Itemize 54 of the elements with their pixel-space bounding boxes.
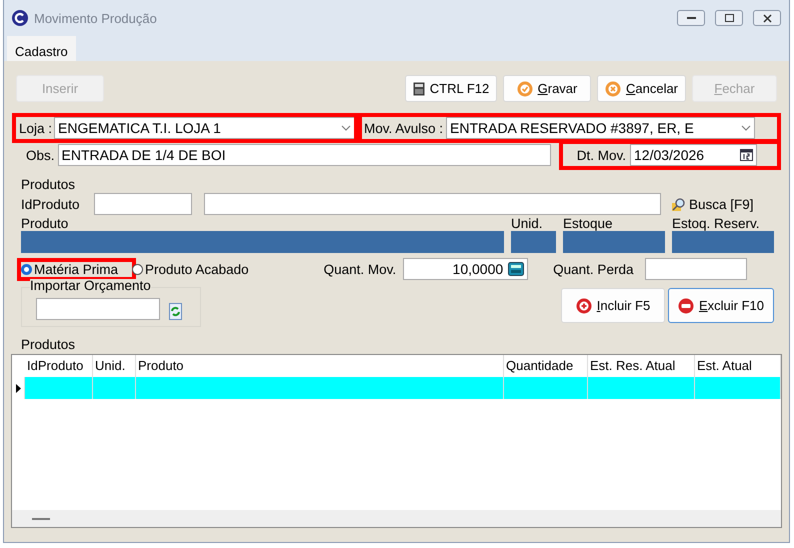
product-info-bar	[511, 231, 556, 253]
search-link[interactable]: Busca [F9]	[689, 196, 754, 212]
radio-option[interactable]: Matéria Prima	[21, 262, 118, 276]
quantity-field[interactable]: 10,0000	[403, 258, 528, 280]
field-label: Quant. Perda	[553, 262, 634, 276]
product-id-field[interactable]	[94, 193, 192, 215]
item-button[interactable]: Incluir F5	[561, 288, 665, 323]
loss-quantity-field[interactable]	[645, 258, 748, 280]
section-title: Produtos	[21, 337, 76, 352]
toolbar-button[interactable]: Gravar	[503, 75, 591, 102]
notes-field[interactable]: ENTRADA DE 1/4 DE BOI	[58, 144, 552, 166]
column-label: Estoque	[563, 216, 614, 231]
dropdown-caret-icon	[341, 125, 352, 131]
movement-dropdown[interactable]: ENTRADA RESERVADO #3897, ER, E	[446, 117, 755, 139]
close-button[interactable]	[753, 10, 781, 26]
field-label: IdProduto	[21, 196, 81, 212]
field-label: Mov. Avulso :	[364, 120, 443, 136]
date-field[interactable]: 12/03/2026	[630, 144, 757, 166]
column-label: Unid.	[511, 216, 544, 231]
minus-circle-icon	[678, 298, 694, 314]
search-icon	[671, 196, 686, 212]
plus-circle-icon	[576, 298, 592, 314]
close-icon	[762, 14, 772, 22]
maximize-icon	[724, 14, 734, 22]
row-pointer-icon	[16, 384, 20, 392]
tab[interactable]: Cadastro	[7, 36, 76, 61]
budget-field[interactable]	[36, 298, 160, 320]
field-label: Obs.	[26, 148, 55, 162]
product-name-field[interactable]	[204, 193, 661, 215]
store-dropdown[interactable]: ENGEMATICA T.I. LOJA 1	[54, 117, 356, 139]
minimize-icon	[686, 17, 696, 19]
column-label: Estoq. Reserv.	[672, 216, 761, 231]
field-label: Quant. Mov.	[324, 262, 396, 276]
maximize-button[interactable]	[715, 10, 743, 26]
app-logo-icon	[12, 10, 28, 26]
field-label: Loja :	[19, 120, 52, 136]
column-label: Produto	[21, 216, 70, 231]
calendar-icon	[740, 149, 753, 161]
field-label: Dt. Mov.	[576, 148, 626, 162]
section-title: Produtos	[21, 177, 76, 192]
dropdown-caret-icon	[741, 125, 751, 131]
radio-option[interactable]: Produto Acabado	[132, 262, 249, 276]
dash-icon	[32, 518, 50, 520]
calculator-icon	[412, 82, 425, 96]
group-title: Importar Orçamento	[30, 279, 151, 293]
calculator-icon	[508, 262, 524, 276]
item-button[interactable]: Excluir F10	[668, 288, 774, 323]
minimize-button[interactable]	[677, 10, 705, 26]
window-title: Movimento Produção	[34, 10, 158, 26]
toolbar-button[interactable]: CTRL F12	[405, 75, 497, 102]
refresh-icon[interactable]	[169, 303, 182, 320]
toolbar-button[interactable]: Cancelar	[597, 75, 686, 102]
check-circle-icon	[516, 80, 533, 96]
cancel-circle-icon	[604, 80, 621, 96]
